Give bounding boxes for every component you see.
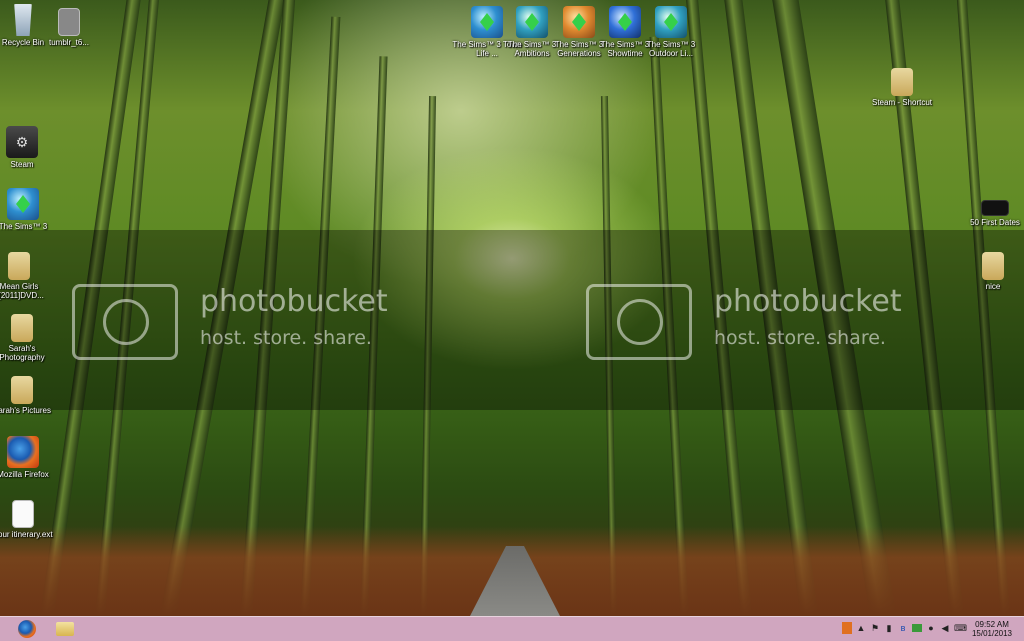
watermark-right: photobucket host. store. share. — [714, 284, 902, 349]
sims-icon — [655, 6, 687, 38]
app-icon[interactable] — [842, 622, 852, 634]
sims-icon — [7, 188, 39, 220]
icon-label: Your itinerary.ext — [0, 530, 53, 539]
icon-label: Sarah's Photography — [0, 344, 45, 362]
steam-tray-icon[interactable]: ● — [926, 622, 936, 634]
system-tray: ▲ ⚑ ▮ ʙ ● ◀ ⌨ — [842, 622, 967, 634]
taskbar-explorer-button[interactable] — [46, 618, 84, 640]
image-file-icon — [58, 8, 80, 36]
folder-icon — [8, 252, 30, 280]
camera-icon — [72, 284, 178, 360]
icon-label: Mozilla Firefox — [0, 470, 49, 479]
camera-icon — [586, 284, 692, 360]
desktop-icon-50-first-dates[interactable]: 50 First Dates — [960, 200, 1024, 227]
desktop-icon-sims-outdoor[interactable]: The Sims™ 3 Outdoor Li... — [636, 6, 706, 58]
icon-label: tumblr_t6... — [48, 38, 89, 47]
desktop-icon-sarahs-pictures[interactable]: Sarah's Pictures — [0, 376, 57, 415]
text-file-icon — [12, 500, 34, 528]
flag-icon[interactable]: ⚑ — [870, 622, 880, 634]
desktop-icon-mean-girls[interactable]: Mean Girls 2[2011]DVD... — [0, 252, 54, 300]
watermark-tagline: host. store. share. — [200, 327, 372, 349]
taskbar: ▲ ⚑ ▮ ʙ ● ◀ ⌨ 09:52 AM 15/01/2013 — [0, 616, 1024, 641]
volume-icon[interactable]: ◀ — [940, 622, 950, 634]
video-file-icon — [981, 200, 1009, 216]
desktop-icon-steam[interactable]: ⚙ Steam — [0, 126, 57, 169]
language-icon[interactable]: ⌨ — [954, 622, 967, 634]
folder-icon — [891, 68, 913, 96]
steam-icon: ⚙ — [6, 126, 38, 158]
desktop-wallpaper: photobucket host. store. share. photobuc… — [0, 0, 1024, 616]
icon-label: Steam - Shortcut — [871, 98, 933, 107]
desktop-icon-sarahs-photography[interactable]: Sarah's Photography — [0, 314, 57, 362]
battery-icon[interactable] — [912, 624, 922, 632]
folder-icon — [11, 314, 33, 342]
bluetooth-icon[interactable]: ʙ — [898, 622, 908, 634]
desktop-icon-sims3[interactable]: The Sims™ 3 — [0, 188, 58, 231]
network-icon[interactable]: ▲ — [856, 622, 866, 634]
icon-label: 50 First Dates — [970, 218, 1020, 227]
icon-label: Steam — [10, 160, 34, 169]
icon-label: The Sims™ 3 Outdoor Li... — [646, 40, 696, 58]
desktop-icon-firefox[interactable]: Mozilla Firefox — [0, 436, 58, 479]
folder-icon — [11, 376, 33, 404]
watermark-brand: photobucket — [714, 284, 902, 319]
taskbar-firefox-button[interactable] — [8, 618, 46, 640]
speaker-icon[interactable]: ▮ — [884, 622, 894, 634]
icon-label: Sarah's Pictures — [0, 406, 51, 415]
firefox-icon — [7, 436, 39, 468]
desktop-icon-itinerary[interactable]: Your itinerary.ext — [0, 500, 58, 539]
folder-icon — [982, 252, 1004, 280]
watermark-brand: photobucket — [200, 284, 388, 319]
clock-date: 15/01/2013 — [971, 629, 1013, 638]
desktop-icon-tumblr[interactable]: tumblr_t6... — [34, 8, 104, 47]
clock-time: 09:52 AM — [975, 620, 1009, 629]
watermark-tagline: host. store. share. — [714, 327, 886, 349]
firefox-icon — [18, 620, 36, 638]
watermark-left: photobucket host. store. share. — [200, 284, 388, 349]
icon-label: The Sims™ 3 — [0, 222, 48, 231]
file-explorer-icon — [56, 622, 74, 636]
clock[interactable]: 09:52 AM 15/01/2013 — [966, 620, 1018, 638]
icon-label: nice — [985, 282, 1001, 291]
desktop-icon-steam-shortcut[interactable]: Steam - Shortcut — [867, 68, 937, 107]
desktop-icon-nice[interactable]: nice — [958, 252, 1024, 291]
recycle-bin-icon — [14, 4, 32, 36]
icon-label: Mean Girls 2[2011]DVD... — [0, 282, 44, 300]
